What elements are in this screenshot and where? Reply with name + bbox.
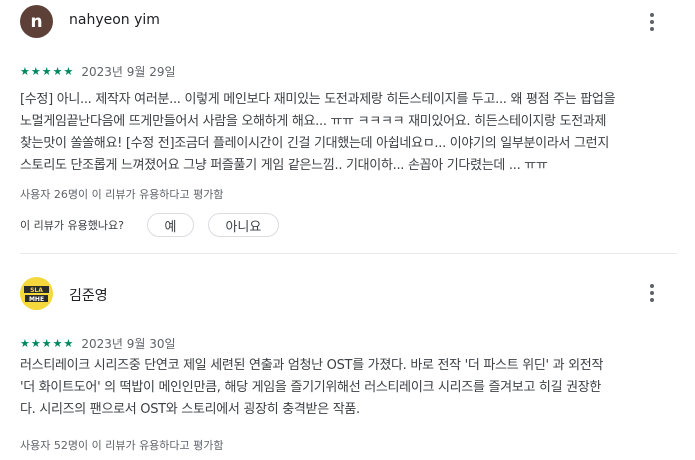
review-date: 2023년 9월 30일 <box>81 337 176 351</box>
helpful-yes-button[interactable]: 예 <box>146 213 194 237</box>
avatar: n <box>20 5 53 38</box>
star-rating: ★ ★ ★ ★ ★ <box>20 336 74 350</box>
review-text-line: '더 화이트도어' 의 떡밥이 메인인만큼, 해당 게임을 즐기기위해선 러스티… <box>20 380 602 395</box>
review-text-line: 찾는맛이 쏠쏠해요! [수정 전]조금더 플레이시간이 긴걸 기대했는데 아쉽네… <box>20 136 609 151</box>
star-icon: ★ <box>52 336 63 350</box>
review-author: 김준영 <box>69 288 108 304</box>
star-icon: ★ <box>41 64 52 78</box>
review-text-line: 다. 시리즈의 팬으로서 OST와 스토리에서 굉장히 충격받은 작품. <box>20 402 360 417</box>
star-icon: ★ <box>63 64 74 78</box>
star-icon: ★ <box>52 64 63 78</box>
review-text-line: 러스티레이크 시리즈중 단연코 제일 세련된 연출과 엄청난 OST를 가졌다.… <box>20 358 604 373</box>
review-author: nahyeon yim <box>69 12 160 28</box>
star-rating: ★ ★ ★ ★ ★ <box>20 64 74 78</box>
review-rating-row: ★ ★ ★ ★ ★ 2023년 9월 29일 <box>20 63 176 80</box>
review-card: SLA MHE 김준영 ★ ★ ★ ★ ★ 2023년 9월 30일 러스티레이… <box>0 264 695 460</box>
star-icon: ★ <box>41 336 52 350</box>
helpful-question: 이 리뷰가 유용했나요? <box>20 219 124 232</box>
svg-text:MHE: MHE <box>29 296 44 303</box>
review-text-line: [수정] 아니... 제작자 여러분... 이렇게 메인보다 재미있는 도전과제… <box>20 92 616 107</box>
star-icon: ★ <box>30 64 41 78</box>
review-text: 러스티레이크 시리즈중 단연코 제일 세련된 연출과 엄청난 OST를 가졌다.… <box>20 355 680 421</box>
review-date: 2023년 9월 29일 <box>81 65 176 79</box>
helpful-no-button[interactable]: 아니요 <box>207 213 279 237</box>
review-text: [수정] 아니... 제작자 여러분... 이렇게 메인보다 재미있는 도전과제… <box>20 89 680 177</box>
review-card: n nahyeon yim ★ ★ ★ ★ ★ 2023년 9월 29일 [수정… <box>0 0 695 252</box>
avatar: SLA MHE <box>20 277 53 310</box>
helpful-question-row: 이 리뷰가 유용했나요? 예 아니요 <box>20 213 279 237</box>
avatar-letter: n <box>30 11 43 32</box>
svg-text:SLA: SLA <box>30 287 43 294</box>
review-rating-row: ★ ★ ★ ★ ★ 2023년 9월 30일 <box>20 335 176 352</box>
helpful-count: 사용자 26명이 이 리뷰가 유용하다고 평가함 <box>20 188 224 201</box>
more-vert-icon[interactable] <box>640 281 664 305</box>
more-vert-icon[interactable] <box>640 10 664 34</box>
star-icon: ★ <box>20 336 30 350</box>
helpful-count: 사용자 52명이 이 리뷰가 유용하다고 평가함 <box>20 439 224 452</box>
star-icon: ★ <box>30 336 41 350</box>
review-divider <box>20 253 677 254</box>
review-text-line: 스토리도 단조롭게 느껴졌어요 그냥 퍼즐풀기 게임 같은느낌.. 기대이하..… <box>20 158 548 173</box>
avatar-image: SLA MHE <box>20 277 53 310</box>
star-icon: ★ <box>63 336 74 350</box>
star-icon: ★ <box>20 64 30 78</box>
review-text-line: 노멀게임끝난다음에 뜨게만들어서 사람을 오해하게 해요... ㅠㅠ ㅋㅋㅋㅋ … <box>20 114 607 129</box>
